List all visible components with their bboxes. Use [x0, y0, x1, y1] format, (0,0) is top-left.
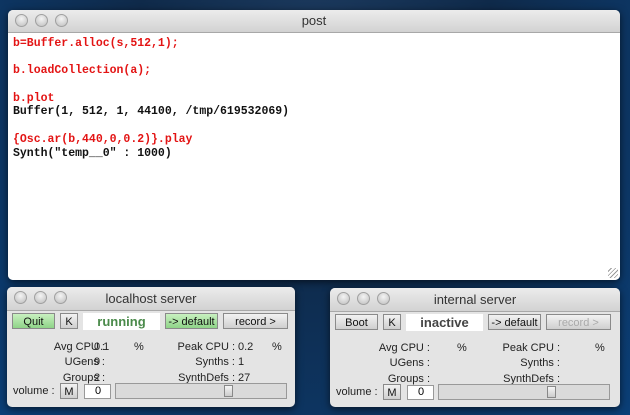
minimize-button[interactable] — [35, 14, 48, 27]
mute-button[interactable]: M — [60, 383, 78, 399]
server-status: running — [83, 313, 160, 330]
window-title: post — [301, 13, 327, 28]
code-line: b.loadCollection(a); — [13, 64, 152, 78]
window-title: internal server — [433, 292, 517, 307]
minimize-button[interactable] — [34, 291, 47, 304]
internal-title-bar[interactable]: internal server — [330, 288, 620, 312]
code-line: b=Buffer.alloc(s,512,1); — [13, 37, 179, 50]
peak-percent-label: % — [595, 342, 605, 354]
mute-button[interactable]: M — [383, 384, 401, 400]
default-server-button[interactable]: -> default — [165, 313, 218, 329]
peak-cpu-label: Peak CPU : — [177, 341, 235, 353]
localhost-server-window: localhost server Quit Krunning -> default re… — [7, 287, 295, 407]
avg-cpu-label: Avg CPU : — [378, 342, 430, 354]
slider-thumb[interactable] — [546, 386, 556, 398]
groups-value: 2 — [94, 372, 101, 384]
peak-cpu-value: 0.2 — [238, 341, 254, 353]
volume-label: volume : — [336, 386, 378, 398]
ugens-value: 9 — [94, 356, 101, 368]
synths-value: 1 — [238, 356, 245, 368]
window-title: localhost server — [105, 291, 197, 306]
cpu-percent-label: % — [457, 342, 467, 354]
default-server-button[interactable]: -> default — [488, 314, 541, 330]
peak-cpu-label: Peak CPU : — [502, 342, 560, 354]
volume-slider[interactable] — [438, 384, 610, 400]
close-button[interactable] — [15, 14, 28, 27]
kill-button[interactable]: K — [60, 313, 78, 329]
post-window: post b=Buffer.alloc(s,512,1); b.loadColle… — [8, 10, 620, 280]
post-title-bar[interactable]: post — [8, 10, 620, 33]
synths-label: Synths : — [520, 357, 560, 369]
minimize-button[interactable] — [357, 292, 370, 305]
synths-label: Synths : — [195, 356, 235, 368]
avg-cpu-value: 0.1 — [94, 341, 110, 353]
resize-grip-icon[interactable] — [608, 268, 618, 278]
cpu-percent-label: % — [134, 341, 144, 353]
record-button[interactable]: record > — [223, 313, 288, 329]
slider-thumb[interactable] — [223, 385, 233, 397]
kill-button[interactable]: K — [383, 314, 401, 330]
zoom-button[interactable] — [54, 291, 67, 304]
code-line: b.plot — [13, 91, 55, 105]
localhost-title-bar[interactable]: localhost server — [7, 287, 295, 311]
post-text-area[interactable]: b=Buffer.alloc(s,512,1); b.loadCollection… — [8, 33, 620, 280]
boot-quit-button[interactable]: Boot — [335, 314, 378, 330]
peak-percent-label: % — [272, 341, 282, 353]
zoom-button[interactable] — [55, 14, 68, 27]
close-button[interactable] — [14, 291, 27, 304]
volume-label: volume : — [13, 385, 55, 397]
volume-field[interactable]: 0 — [84, 384, 111, 399]
zoom-button[interactable] — [377, 292, 390, 305]
close-button[interactable] — [337, 292, 350, 305]
code-line: {Osc.ar(b,440,0,0.2)}.play — [13, 132, 193, 146]
server-status: inactive — [406, 314, 483, 331]
ugens-label: UGens : — [389, 357, 430, 369]
internal-server-window: internal server Boot Kinactive -> default re… — [330, 288, 620, 407]
volume-field[interactable]: 0 — [407, 385, 434, 400]
output-line: Buffer(1, 512, 1, 44100, /tmp/619532069) — [13, 105, 290, 119]
boot-quit-button[interactable]: Quit — [12, 313, 55, 329]
volume-slider[interactable] — [115, 383, 287, 399]
record-button[interactable]: record > — [546, 314, 611, 330]
output-line: Synth("temp__0" : 1000) — [13, 146, 172, 160]
